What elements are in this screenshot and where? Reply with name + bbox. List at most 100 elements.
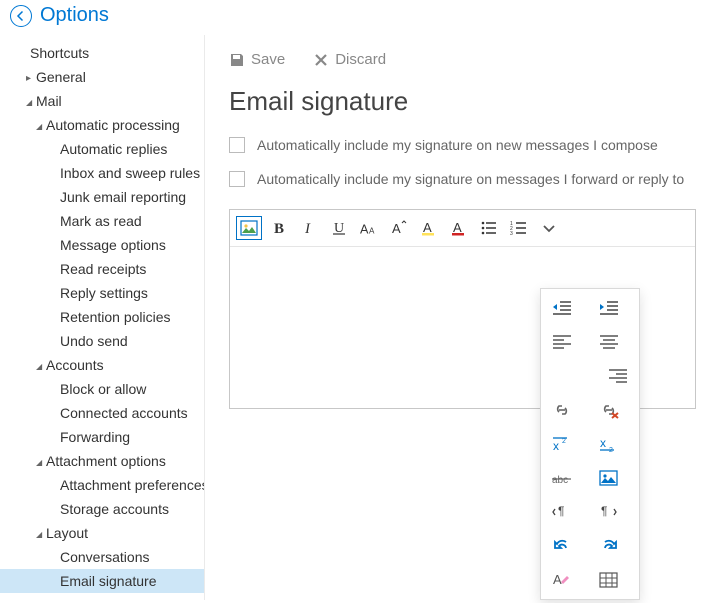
discard-label: Discard <box>335 51 386 68</box>
sidebar-item-undo-send[interactable]: Undo send <box>0 329 204 353</box>
checkbox-include-compose[interactable] <box>229 137 245 153</box>
sidebar-item-general[interactable]: General <box>0 65 204 89</box>
sidebar-item-block-allow[interactable]: Block or allow <box>0 377 204 401</box>
sidebar-item-email-signature[interactable]: Email signature <box>0 569 204 593</box>
sidebar-item-accounts[interactable]: Accounts <box>0 353 204 377</box>
save-icon <box>229 52 245 68</box>
sidebar-item-mark-read[interactable]: Mark as read <box>0 209 204 233</box>
sidebar-item-connected-accounts[interactable]: Connected accounts <box>0 401 204 425</box>
remove-link-button[interactable] <box>594 399 624 421</box>
outdent-icon <box>552 299 572 317</box>
align-right-button[interactable] <box>603 365 633 387</box>
discard-icon <box>313 52 329 68</box>
subscript-icon: x2 <box>599 435 619 453</box>
undo-icon <box>552 537 572 555</box>
superscript-button[interactable]: x2 <box>547 433 577 455</box>
sidebar-item-read-receipts[interactable]: Read receipts <box>0 257 204 281</box>
table-icon <box>599 571 619 589</box>
ltr-icon: ¶ <box>552 503 572 521</box>
sidebar-item-mail[interactable]: Mail <box>0 89 204 113</box>
action-toolbar: Save Discard <box>229 51 696 68</box>
sidebar-item-attachment-options[interactable]: Attachment options <box>0 449 204 473</box>
align-center-button[interactable] <box>594 331 624 353</box>
sidebar-item-label: Layout <box>46 525 88 541</box>
strikethrough-button[interactable]: abc <box>547 467 577 489</box>
font-color-button[interactable]: A <box>446 216 472 240</box>
font-name-icon: A <box>390 219 408 237</box>
sidebar-item-storage-accounts[interactable]: Storage accounts <box>0 497 204 521</box>
caret-down-icon <box>36 121 46 132</box>
page-title: Email signature <box>229 86 696 117</box>
sidebar-item-focused-inbox[interactable]: Focused inbox <box>0 593 204 600</box>
sidebar-item-automatic-replies[interactable]: Automatic replies <box>0 137 204 161</box>
save-button[interactable]: Save <box>229 51 285 68</box>
sidebar-item-attachment-preferences[interactable]: Attachment preferences <box>0 473 204 497</box>
align-center-icon <box>599 333 619 351</box>
insert-image-inline-button[interactable] <box>594 467 624 489</box>
sidebar-item-conversations[interactable]: Conversations <box>0 545 204 569</box>
back-button[interactable] <box>10 5 32 27</box>
discard-button[interactable]: Discard <box>313 51 386 68</box>
underline-button[interactable]: U <box>326 216 352 240</box>
editor-toolbar: B I U AA A A A <box>230 210 695 247</box>
bold-button[interactable]: B <box>266 216 292 240</box>
main-pane: Save Discard Email signature Automatical… <box>205 35 716 600</box>
insert-link-button[interactable] <box>547 399 577 421</box>
insert-table-button[interactable] <box>594 569 624 591</box>
checkbox-row-compose: Automatically include my signature on ne… <box>229 137 696 153</box>
number-list-button[interactable]: 123 <box>506 216 532 240</box>
caret-right-icon <box>26 73 36 84</box>
svg-text:I: I <box>304 221 311 237</box>
link-icon <box>552 401 572 419</box>
redo-button[interactable] <box>594 535 624 557</box>
undo-button[interactable] <box>547 535 577 557</box>
clear-format-button[interactable]: A <box>547 569 577 591</box>
svg-text:abc: abc <box>552 475 568 486</box>
bullet-list-button[interactable] <box>476 216 502 240</box>
sidebar-item-inbox-sweep[interactable]: Inbox and sweep rules <box>0 161 204 185</box>
rtl-button[interactable]: ¶ <box>594 501 624 523</box>
sidebar-item-label: Attachment options <box>46 453 166 469</box>
align-left-icon <box>552 333 572 351</box>
checkbox-include-forward[interactable] <box>229 171 245 187</box>
svg-text:A: A <box>453 220 462 235</box>
svg-text:A: A <box>553 572 562 587</box>
sidebar-item-layout[interactable]: Layout <box>0 521 204 545</box>
more-options-button[interactable] <box>536 216 562 240</box>
sidebar-item-shortcuts[interactable]: Shortcuts <box>0 41 204 65</box>
highlight-button[interactable]: A <box>416 216 442 240</box>
svg-text:¶: ¶ <box>601 504 607 518</box>
underline-icon: U <box>330 219 348 237</box>
page-header-title: Options <box>40 4 109 27</box>
svg-text:¶: ¶ <box>558 504 564 518</box>
italic-button[interactable]: I <box>296 216 322 240</box>
redo-icon <box>599 537 619 555</box>
insert-image-button[interactable] <box>236 216 262 240</box>
chevron-down-icon <box>540 219 558 237</box>
align-right-icon <box>608 367 628 385</box>
sidebar-item-junk-email[interactable]: Junk email reporting <box>0 185 204 209</box>
font-name-button[interactable]: A <box>386 216 412 240</box>
indent-button[interactable] <box>594 297 624 319</box>
sidebar-item-retention[interactable]: Retention policies <box>0 305 204 329</box>
sidebar-item-message-options[interactable]: Message options <box>0 233 204 257</box>
caret-down-icon <box>36 529 46 540</box>
align-left-button[interactable] <box>547 331 577 353</box>
number-list-icon: 123 <box>510 219 528 237</box>
highlight-icon: A <box>420 219 438 237</box>
indent-icon <box>599 299 619 317</box>
outdent-button[interactable] <box>547 297 577 319</box>
bullet-list-icon <box>480 219 498 237</box>
sidebar-item-reply-settings[interactable]: Reply settings <box>0 281 204 305</box>
checkbox-label: Automatically include my signature on me… <box>257 171 684 187</box>
svg-text:A: A <box>392 221 401 236</box>
clear-format-icon: A <box>552 571 572 589</box>
sidebar-item-automatic-processing[interactable]: Automatic processing <box>0 113 204 137</box>
subscript-button[interactable]: x2 <box>594 433 624 455</box>
font-size-button[interactable]: AA <box>356 216 382 240</box>
arrow-left-icon <box>15 10 27 22</box>
ltr-button[interactable]: ¶ <box>547 501 577 523</box>
font-size-icon: AA <box>360 219 378 237</box>
more-options-panel: x2 x2 abc ¶ ¶ A <box>540 288 640 600</box>
sidebar-item-forwarding[interactable]: Forwarding <box>0 425 204 449</box>
